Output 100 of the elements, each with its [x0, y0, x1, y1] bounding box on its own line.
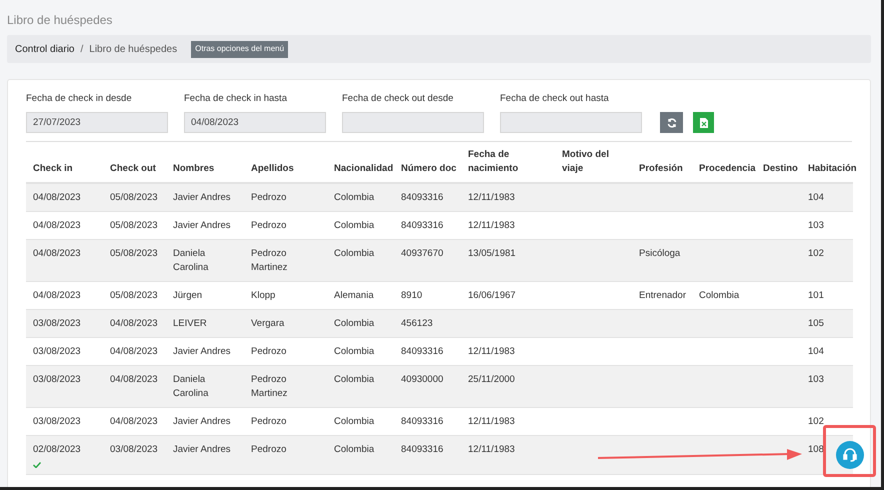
table-cell-text: Colombia — [334, 219, 376, 234]
table-cell-text: 84093316 — [401, 191, 444, 206]
refresh-icon — [666, 118, 676, 128]
table-cell-text: 12/11/1983 — [468, 415, 516, 430]
table-cell-text: Entrenador — [639, 289, 688, 304]
column-header: Apellidos — [251, 163, 294, 174]
table-cell-text: Colombia — [334, 345, 376, 360]
annotation-highlight-frame — [823, 425, 876, 477]
table-cell-text: 02/08/2023 — [33, 443, 82, 458]
table-cell-text: 04/08/2023 — [33, 289, 82, 304]
table-cell-text: Daniela Carolina — [173, 373, 210, 402]
table-cell-text: 101 — [808, 289, 825, 304]
table-cell-text: Colombia — [334, 317, 376, 332]
field-label: Fecha de check out hasta — [500, 92, 610, 106]
date-input[interactable] — [342, 112, 484, 134]
field-label: Fecha de check in hasta — [184, 92, 288, 106]
table-cell-text: Klopp — [251, 289, 276, 304]
table-cell-text: Psicóloga — [639, 247, 682, 262]
table-cell-text: 03/08/2023 — [33, 415, 82, 430]
table-cell-text: Pedrozo — [251, 345, 288, 360]
table-cell-text: Pedrozo Martinez — [251, 373, 288, 402]
table-cell-text: 102 — [808, 415, 825, 430]
table-cell-text: 456123 — [401, 317, 434, 332]
table-cell-text: Vergara — [251, 317, 286, 332]
table-cell-text: 12/11/1983 — [468, 443, 516, 458]
table-cell-text: 03/08/2023 — [33, 317, 82, 332]
column-header: Profesión — [639, 163, 683, 174]
table-cell-text: 05/08/2023 — [110, 191, 159, 206]
column-header: Fecha de nacimiento — [468, 149, 518, 174]
column-header: Check in — [33, 163, 73, 174]
table-cell-text: Pedrozo — [251, 219, 288, 234]
table-cell-text: 05/08/2023 — [110, 247, 159, 262]
refresh-button[interactable] — [660, 112, 683, 134]
table-cell-text: 40937670 — [401, 247, 444, 262]
table-cell-text: 84093316 — [401, 415, 444, 430]
table-cell-text: 84093316 — [401, 443, 444, 458]
table-cell-text: 40930000 — [401, 373, 444, 388]
table-cell-text: Javier Andres — [173, 345, 232, 360]
table-cell-text: Javier Andres — [173, 443, 232, 458]
table-cell-text: 12/11/1983 — [468, 191, 516, 206]
table-cell-text: Pedrozo Martinez — [251, 247, 288, 276]
table-cell-text: Pedrozo — [251, 415, 288, 430]
table-cell-text: 05/08/2023 — [110, 289, 159, 304]
table-cell-text: 102 — [808, 247, 825, 262]
table-cell-text: 84093316 — [401, 219, 444, 234]
table-cell-text: Colombia — [334, 443, 376, 458]
table-cell-text: LEIVER — [173, 317, 208, 332]
headset-icon — [842, 447, 858, 463]
table-cell-text: Colombia — [699, 289, 740, 304]
column-header: Check out — [110, 163, 156, 174]
breadcrumb-current: Libro de huéspedes — [89, 42, 178, 56]
date-input[interactable] — [500, 112, 642, 134]
column-header: Motivo del viaje — [562, 149, 609, 174]
table-cell-text: Javier Andres — [173, 191, 232, 206]
date-input[interactable]: 27/07/2023 — [26, 112, 168, 134]
page-title: Libro de huéspedes — [7, 12, 112, 29]
table-cell-text: Pedrozo — [251, 443, 288, 458]
table-cell-text: 04/08/2023 — [110, 345, 159, 360]
table-cell-text: 04/08/2023 — [110, 415, 159, 430]
table-cell-text: Javier Andres — [173, 415, 232, 430]
table-cell-text: 104 — [808, 191, 825, 206]
table-cell-text: 04/08/2023 — [33, 191, 82, 206]
excel-export-button[interactable] — [693, 112, 714, 134]
column-header: Nacionalidad — [334, 163, 394, 174]
table-cell-text: 12/11/1983 — [468, 345, 516, 360]
table-cell-text: 108 — [808, 443, 825, 458]
table-cell-text: 04/08/2023 — [33, 219, 82, 234]
table-cell-text: 03/08/2023 — [110, 443, 159, 458]
table-cell-text: 104 — [808, 345, 825, 360]
table-cell-text: Daniela Carolina — [173, 247, 210, 276]
table-cell-text: Pedrozo — [251, 191, 288, 206]
column-header: Número doc — [401, 163, 456, 174]
field-label: Fecha de check in desde — [26, 92, 133, 106]
table-cell-text: 25/11/2000 — [468, 373, 516, 388]
table-cell-text: 12/11/1983 — [468, 219, 516, 234]
table-cell-text: 03/08/2023 — [33, 373, 82, 388]
column-header: Procedencia — [699, 163, 756, 174]
menu-dropdown-button[interactable]: Otras opciones del menú — [191, 40, 288, 58]
table-cell-text: 03/08/2023 — [33, 345, 82, 360]
date-input[interactable]: 04/08/2023 — [184, 112, 326, 134]
table-cell-text: 04/08/2023 — [33, 247, 82, 262]
table-cell-text: 84093316 — [401, 345, 444, 360]
table-cell-text: 05/08/2023 — [110, 219, 159, 234]
table-cell-text: 16/06/1967 — [468, 289, 517, 304]
column-header: Habitación — [808, 163, 857, 174]
table-cell-text: 8910 — [401, 289, 424, 304]
table-cell-text: Alemania — [334, 289, 375, 304]
table-cell-text: 04/08/2023 — [110, 373, 159, 388]
table-cell-text: 13/05/1981 — [468, 247, 517, 262]
breadcrumb-link[interactable]: Control diario — [15, 42, 74, 56]
table-cell-text: Colombia — [334, 247, 376, 262]
table-cell-text: Javier Andres — [173, 219, 232, 234]
spreadsheet-file-icon — [700, 118, 708, 128]
breadcrumb-separator: / — [80, 42, 84, 56]
table-cell-text: Jürgen — [173, 289, 204, 304]
column-header: Nombres — [173, 163, 214, 174]
table-cell-text: 103 — [808, 373, 825, 388]
field-label: Fecha de check out desde — [342, 92, 454, 106]
table-cell-text: Colombia — [334, 191, 376, 206]
table-cell-text: 04/08/2023 — [110, 317, 159, 332]
